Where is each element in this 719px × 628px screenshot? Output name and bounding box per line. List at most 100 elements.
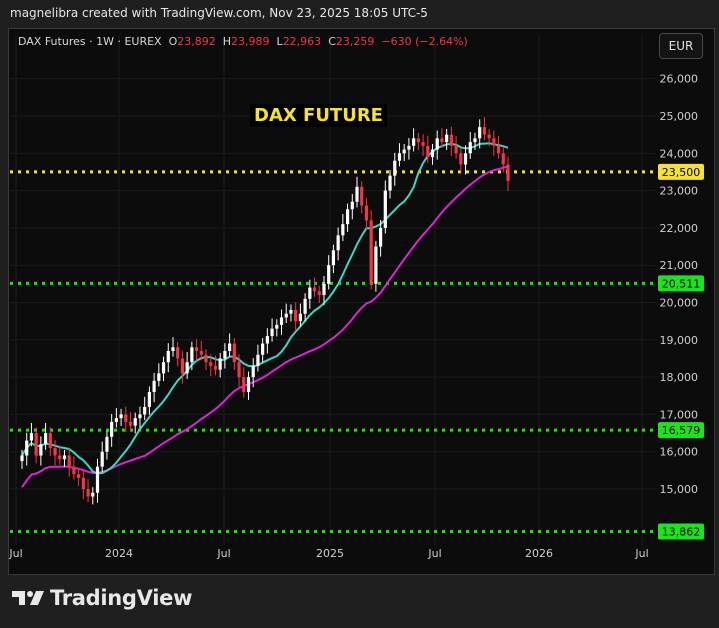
high-label: H [222,35,232,48]
candle-body [180,358,185,374]
level-price-label: 23,500 [662,166,701,179]
candle-body [133,418,137,426]
candle-body [232,343,236,363]
candle-body [128,421,133,426]
candle-body [147,392,151,407]
candle-body [270,328,274,337]
candle-body [157,373,161,381]
close-label: C [328,35,336,48]
y-tick-label: 24,000 [660,147,699,160]
candle-body [124,414,128,422]
ohlc-legend: DAX Futures · 1W · EUREX O23,892 H23,989… [18,35,468,48]
candle-body [228,343,232,351]
horizontal-levels [10,170,655,533]
candle-body [322,283,326,296]
candle-body [501,153,505,165]
y-tick-label: 23,000 [660,185,699,198]
candle-body [473,138,477,143]
candle-body [251,365,255,378]
candle-body [341,224,345,236]
y-tick-label: 21,000 [660,259,699,272]
candle-body [138,414,142,419]
candle-body [492,138,496,146]
candle-body [218,358,222,370]
candle-body [39,444,43,456]
candle-body [482,127,487,135]
candle-body [496,145,501,154]
candle-body [331,250,336,266]
candle-body [20,455,24,462]
candle-body [256,354,260,366]
candle-body [242,377,246,393]
x-tick-label: 2026 [525,547,553,560]
x-tick-label: 2024 [105,547,133,560]
candle-body [166,351,170,363]
candle-body [86,489,90,497]
candle-body [67,455,71,467]
candle-body [416,138,420,143]
open-label: O [168,35,178,48]
candle-body [308,287,312,299]
candle-body [279,317,284,325]
candle-body [463,153,468,165]
candle-body [327,265,331,284]
candle-body [478,127,482,139]
candle-body [261,343,265,355]
candle-body [430,149,435,157]
candle-body [388,175,392,191]
candle-body [345,209,350,225]
candle-body [190,347,194,363]
candle-body [468,142,472,154]
brand-name: TradingView [50,586,193,610]
change-value: −630 (−2.64%) [381,35,468,48]
y-tick-label: 19,000 [660,334,699,347]
candle-body [289,309,293,314]
candle-body [317,291,321,296]
candle-body [275,324,279,329]
candle-body [298,313,302,322]
y-tick-label: 22,000 [660,222,699,235]
candle-body [29,433,34,441]
level-price-label: 13,862 [662,525,701,538]
candle-body [114,418,118,422]
y-tick-label: 17,000 [660,408,699,421]
candle-body [440,138,444,143]
candle-body [100,451,104,467]
candle-body [34,433,38,456]
candle-body [204,354,208,363]
level-price-label: 16,579 [662,424,701,437]
candle-body [171,347,175,351]
candle-body [143,406,147,415]
candle-body [265,336,269,344]
price-chart[interactable]: 15,000 16,000 17,000 18,000 19,000 20,000 21,0… [0,0,719,628]
currency-button[interactable]: EUR [659,33,703,59]
y-tick-label: 18,000 [660,371,699,384]
candle-body [209,362,213,366]
candle-body [48,433,52,448]
y-tick-label: 20,000 [660,297,699,310]
x-tick-label: Jul [8,547,22,560]
candle-body [152,380,156,393]
candle-body [161,362,166,374]
candle-body [454,145,458,154]
tradingview-logo[interactable]: TradingView [12,586,192,610]
candle-body [360,186,364,206]
candle-body [397,153,402,161]
symbol-label: DAX Futures · 1W · EUREX [18,35,162,48]
candle-body [199,351,203,355]
x-tick-label: Jul [634,547,648,560]
candle-body [487,134,491,139]
candle-body [393,160,397,176]
candle-body [105,436,109,452]
candle-body [312,287,317,292]
candle-body [412,138,416,146]
candle-body [350,201,354,210]
candle-body [91,492,95,497]
close-value: 23,259 [335,35,375,48]
candle-body [25,440,29,456]
candle-body [194,347,199,351]
tradingview-logo-icon [12,586,46,610]
time-axis: Jul 2024 Jul 2025 Jul 2026 Jul [8,547,648,560]
candle-body [110,421,114,437]
low-value: 22,963 [282,35,322,48]
